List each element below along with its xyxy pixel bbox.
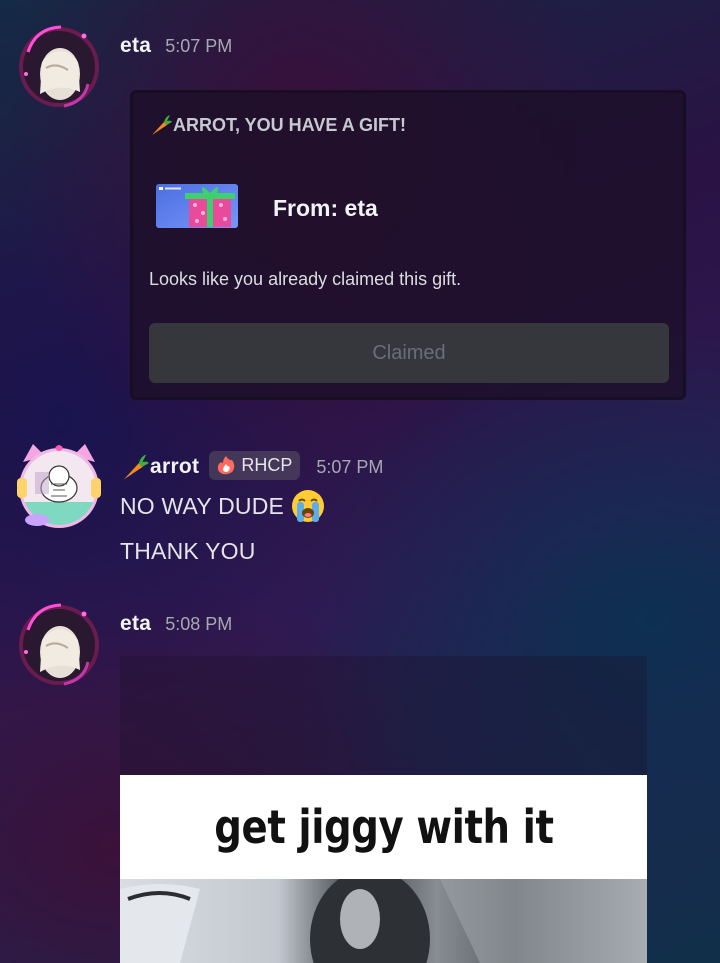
avatar-arrot[interactable]	[15, 442, 101, 528]
message-gift: eta 5:07 PM ARROT, YOU HAVE A GIFT! From…	[0, 0, 720, 420]
username[interactable]: eta	[120, 34, 151, 58]
gift-card-icon	[155, 183, 239, 229]
message-arrot: arrot RHCP 5:07 PM NO WAY DUDE THANK YOU	[0, 420, 720, 590]
claimed-button[interactable]: Claimed	[149, 323, 669, 383]
username[interactable]: eta	[120, 612, 151, 636]
carrot-icon	[152, 115, 172, 135]
timestamp: 5:08 PM	[165, 614, 233, 634]
message-line: THANK YOU	[120, 538, 256, 564]
avatar-eta[interactable]	[16, 600, 102, 686]
loudly-crying-emoji-icon	[292, 490, 325, 522]
embed-padding	[120, 656, 647, 775]
flame-icon	[218, 456, 235, 475]
avatar-arrot-image	[17, 444, 101, 528]
avatar-eta[interactable]	[16, 22, 102, 108]
role-badge[interactable]: RHCP	[209, 450, 301, 480]
meme-caption: get jiggy with it	[120, 775, 647, 879]
gift-from: From: eta	[273, 195, 378, 221]
gift-note: Looks like you already claimed this gift…	[149, 269, 462, 289]
gift-embed: ARROT, YOU HAVE A GIFT! From: eta Looks …	[130, 90, 686, 400]
timestamp: 5:07 PM	[316, 456, 384, 477]
message-line: NO WAY DUDE	[120, 488, 326, 524]
timestamp: 5:07 PM	[165, 36, 233, 56]
gif-embed[interactable]: get jiggy with it	[120, 656, 647, 963]
avatar-eta-image	[19, 603, 99, 686]
avatar-eta-image	[19, 25, 99, 108]
username[interactable]: arrot	[120, 452, 199, 482]
meme-image	[120, 879, 647, 963]
carrot-icon	[123, 454, 149, 480]
gift-title: ARROT, YOU HAVE A GIFT!	[149, 113, 406, 137]
